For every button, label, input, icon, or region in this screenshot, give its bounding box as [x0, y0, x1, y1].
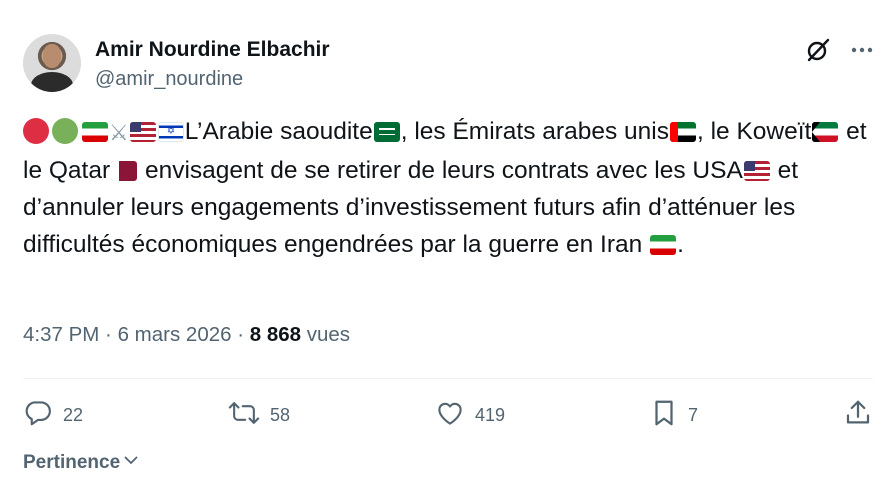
usa-flag-icon [743, 161, 770, 181]
meta-separator: · [231, 323, 250, 346]
qatar-flag-icon [111, 161, 138, 181]
red-circle-icon [23, 118, 49, 144]
share-button[interactable] [843, 398, 873, 433]
tweet-segment: L’Arabie saoudite [184, 118, 373, 145]
reply-count: 22 [63, 404, 84, 425]
tweet-segment: , le Koweït [696, 118, 812, 145]
avatar-face [43, 44, 61, 68]
tweet-actions: 22 58 419 7 [23, 398, 873, 432]
tweet-segment: . [677, 231, 684, 258]
bookmark-button[interactable]: 7 [650, 398, 698, 433]
repost-count: 58 [270, 404, 291, 425]
author-handle[interactable]: @amir_nourdine [95, 68, 243, 91]
iran-flag-icon [82, 122, 108, 142]
views-label: vues [301, 323, 351, 346]
bookmark-icon [650, 398, 678, 433]
header-actions [804, 36, 874, 64]
tweet-meta: 4:37 PM · 6 mars 2026 · 8 868 vues [23, 323, 350, 347]
usa-flag-icon [129, 122, 156, 142]
repost-button[interactable]: 58 [228, 398, 290, 433]
green-circle-icon [52, 118, 78, 144]
heart-icon [435, 398, 465, 433]
reply-icon [23, 398, 53, 433]
share-icon [843, 398, 873, 433]
bookmark-count: 7 [688, 404, 699, 425]
tweet-date[interactable]: 6 mars 2026 [118, 323, 232, 346]
israel-flag-icon: ✡ [157, 122, 184, 142]
sort-label: Pertinence [23, 452, 121, 473]
crossed-swords-icon: ⚔ [109, 121, 129, 146]
tweet-segment: envisagent de se retirer de leurs contra… [138, 157, 743, 184]
divider [23, 378, 873, 379]
grok-icon[interactable] [804, 36, 832, 64]
tweet-segment: , les Émirats arabes unis [400, 118, 669, 145]
avatar[interactable] [23, 34, 81, 92]
views-count: 8 868 [249, 323, 302, 346]
iran-flag-icon [650, 235, 677, 255]
meta-separator: · [99, 323, 118, 346]
author-name[interactable]: Amir Nourdine Elbachir [95, 38, 330, 62]
kuwait-flag-icon [812, 122, 839, 142]
sort-dropdown[interactable]: Pertinence [23, 451, 140, 475]
like-count: 419 [475, 404, 506, 425]
repost-icon [228, 398, 260, 433]
avatar-suit [31, 72, 73, 92]
saudi-flag-icon [373, 122, 400, 142]
tweet-text: ⚔ ✡ L’Arabie saoudite , les Émirats arabes … [23, 113, 873, 263]
tweet-time[interactable]: 4:37 PM [23, 323, 99, 346]
uae-flag-icon [669, 122, 696, 142]
like-button[interactable]: 419 [435, 398, 505, 433]
more-icon[interactable] [850, 38, 874, 62]
chevron-down-icon [122, 451, 140, 475]
reply-button[interactable]: 22 [23, 398, 83, 433]
